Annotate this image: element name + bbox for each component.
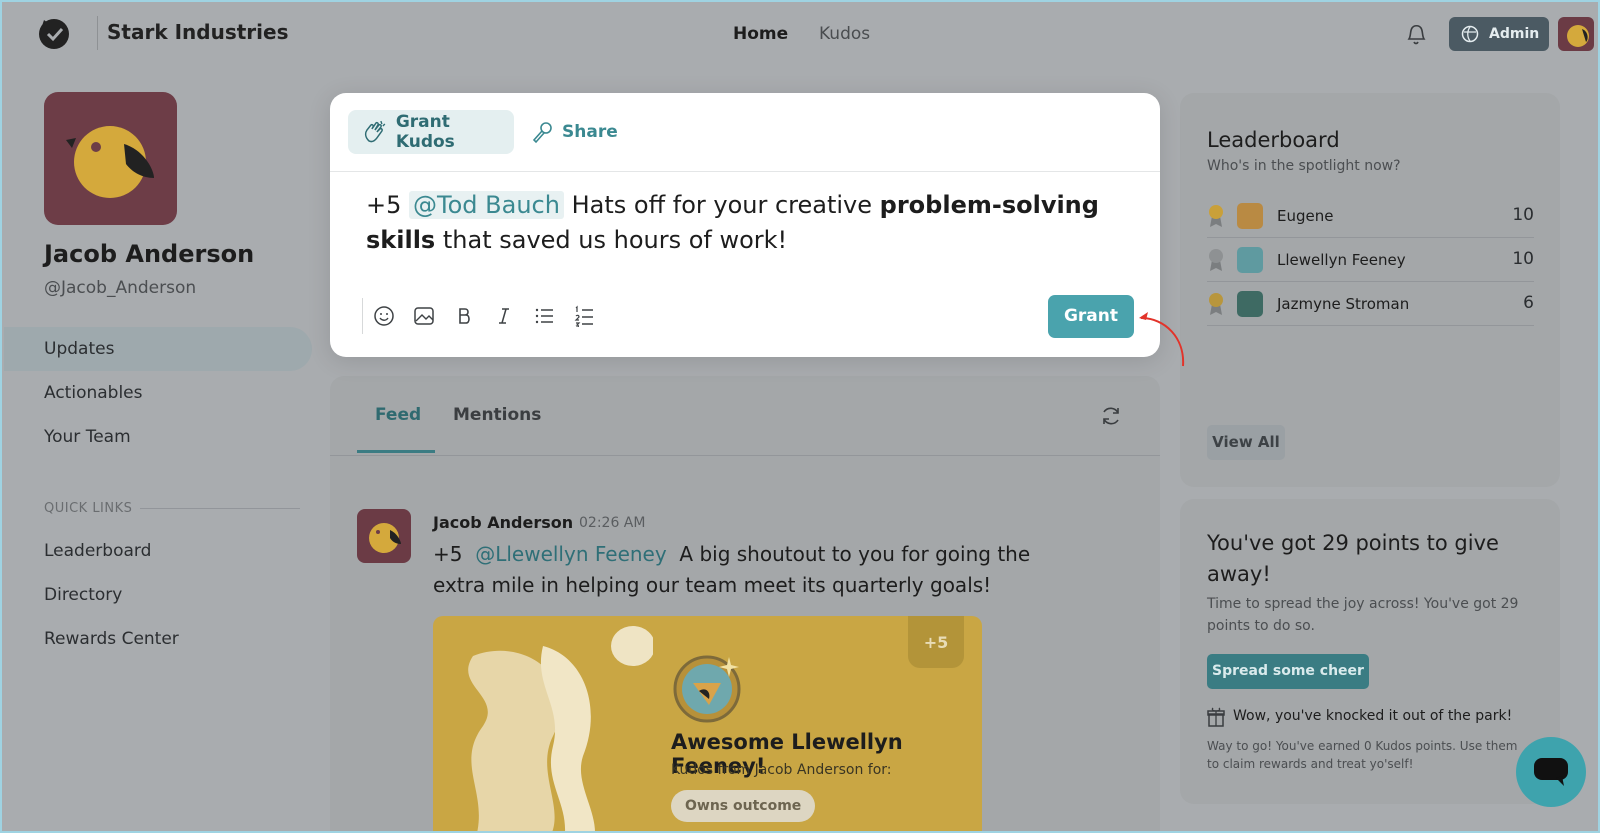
card-points-badge: +5	[908, 616, 964, 668]
tab-share-label: Share	[562, 122, 618, 142]
card-value-chip: Owns outcome	[671, 790, 816, 822]
tab-feed[interactable]: Feed	[375, 405, 421, 425]
points-title: You've got 29 points to give away!	[1207, 531, 1499, 586]
composer-points: +5	[366, 191, 402, 219]
nav-kudos[interactable]: Kudos	[819, 24, 870, 44]
grant-button[interactable]: Grant	[1048, 295, 1134, 338]
gold-ribbon-icon	[1209, 205, 1223, 227]
quick-link-leaderboard[interactable]: Leaderboard	[44, 541, 151, 561]
tab-grant-kudos[interactable]: Grant Kudos	[348, 110, 514, 154]
composer-text-before: Hats off for your creative	[571, 191, 873, 219]
composer-text-after: that saved us hours of work!	[442, 226, 788, 254]
image-icon[interactable]	[413, 305, 435, 327]
post-text: +5 @Llewellyn Feeney A big shoutout to y…	[433, 539, 1033, 601]
silver-ribbon-icon	[1209, 249, 1223, 271]
tab-share[interactable]: Share	[530, 110, 618, 154]
points-subtitle: Time to spread the joy across! You've go…	[1207, 596, 1519, 634]
leaderboard-avatar	[1237, 247, 1263, 273]
bird-avatar-icon	[369, 523, 401, 553]
leaderboard-row[interactable]: Llewellyn Feeney 10	[1207, 238, 1534, 282]
leaderboard-title: Leaderboard	[1207, 128, 1340, 152]
quick-links-divider	[140, 508, 300, 509]
spread-cheer-button[interactable]: Spread some cheer	[1207, 654, 1369, 689]
card-from: Kudos from Jacob Anderson for:	[671, 762, 892, 778]
bold-icon[interactable]	[453, 305, 475, 327]
leaderboard-row[interactable]: Jazmyne Stroman 6	[1207, 282, 1534, 326]
quick-links-label: QUICK LINKS	[44, 501, 133, 516]
profile-handle: @Jacob_Anderson	[44, 278, 197, 298]
clap-icon	[364, 120, 386, 143]
gift-icon	[1207, 707, 1225, 727]
bird-avatar-icon	[66, 126, 154, 198]
kudos-card[interactable]: +5 Awesome Llewellyn Feeney! Kudos from …	[433, 616, 982, 833]
leaderboard-subtitle: Who's in the spotlight now?	[1207, 158, 1401, 174]
quick-link-directory[interactable]: Directory	[44, 585, 122, 605]
admin-label: Admin	[1489, 26, 1540, 42]
refresh-icon[interactable]	[1100, 405, 1122, 427]
leaderboard-avatar	[1237, 291, 1263, 317]
view-all-button[interactable]: View All	[1207, 425, 1285, 460]
kudos-composer-modal: Grant Kudos Share +5 @Tod Bauch Hats off…	[330, 93, 1160, 357]
bullet-list-icon[interactable]	[533, 305, 555, 327]
sidebar-item-updates[interactable]: Updates	[44, 339, 114, 359]
quick-link-rewards-center[interactable]: Rewards Center	[44, 629, 179, 649]
tab-grant-kudos-label: Grant Kudos	[395, 112, 455, 152]
leaderboard-points: 6	[1523, 293, 1534, 313]
brand-name: Stark Industries	[107, 20, 289, 44]
leaderboard-points: 10	[1512, 205, 1534, 225]
formatting-toolbar	[362, 298, 595, 334]
numbered-list-icon[interactable]	[573, 305, 595, 327]
post-time: 02:26 AM	[579, 515, 646, 531]
nav-home[interactable]: Home	[733, 24, 788, 44]
italic-icon[interactable]	[493, 305, 515, 327]
gift-title: Wow, you've knocked it out of the park!	[1233, 708, 1513, 724]
profile-avatar	[44, 92, 177, 225]
top-bar: Stark Industries Home Kudos Admin	[0, 0, 1600, 68]
post-author[interactable]: Jacob Anderson	[433, 513, 573, 532]
leaderboard-name: Eugene	[1277, 207, 1334, 225]
post-author-avatar[interactable]	[357, 509, 411, 563]
post-points: +5	[433, 542, 463, 566]
medal-icon	[673, 655, 741, 723]
tab-mentions[interactable]: Mentions	[453, 405, 541, 425]
leaderboard-name: Llewellyn Feeney	[1277, 251, 1406, 269]
sidebar-item-your-team[interactable]: Your Team	[44, 427, 131, 447]
composer-text-area[interactable]: +5 @Tod Bauch Hats off for your creative…	[366, 188, 1106, 258]
globe-icon	[1461, 25, 1479, 43]
post-mention[interactable]: @Llewellyn Feeney	[475, 542, 666, 566]
admin-button[interactable]: Admin	[1449, 17, 1549, 51]
composer-mention[interactable]: @Tod Bauch	[409, 191, 564, 219]
emoji-icon[interactable]	[373, 305, 395, 327]
abstract-illustration	[468, 626, 653, 833]
brand-divider	[97, 16, 98, 50]
tab-feed-underline	[357, 450, 435, 453]
profile-name: Jacob Anderson	[44, 240, 255, 268]
gold-ribbon-icon	[1209, 293, 1223, 315]
chat-button[interactable]	[1516, 737, 1586, 807]
leaderboard-avatar	[1237, 203, 1263, 229]
leaderboard-name: Jazmyne Stroman	[1277, 295, 1410, 313]
chat-icon	[1534, 758, 1568, 786]
brand-logo-icon[interactable]	[34, 12, 74, 52]
leaderboard-row[interactable]: Eugene 10	[1207, 194, 1534, 238]
sidebar-item-actionables[interactable]: Actionables	[44, 383, 143, 403]
annotation-arrow-icon	[1139, 312, 1185, 367]
gift-subtitle: Way to go! You've earned 0 Kudos points.…	[1207, 739, 1518, 771]
user-avatar[interactable]	[1558, 17, 1594, 51]
composer-divider	[330, 171, 1160, 172]
bird-avatar-icon	[1567, 25, 1589, 47]
leaderboard-points: 10	[1512, 249, 1534, 269]
bell-icon[interactable]	[1405, 22, 1427, 46]
microphone-icon	[532, 122, 552, 144]
feed-tabs-divider	[330, 455, 1160, 456]
